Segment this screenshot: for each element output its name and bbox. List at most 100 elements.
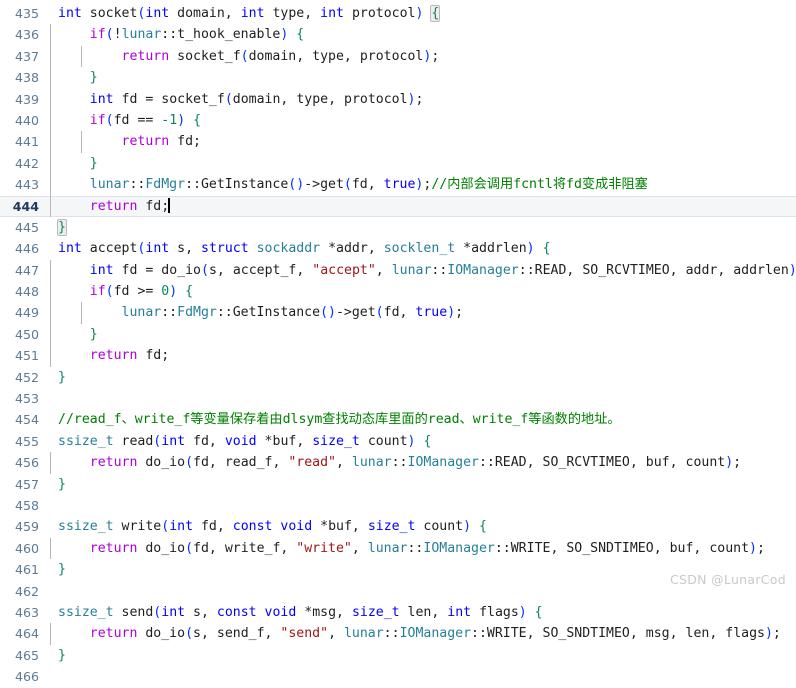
code-line[interactable]: 455 ssize_t read(int fd, void *buf, size… [0,431,796,452]
line-number: 439 [14,91,39,107]
line-content[interactable] [48,495,796,516]
indent-guide [81,302,82,324]
code-line[interactable]: 451 return fd; [0,345,796,367]
indent-guide [50,302,51,324]
line-content[interactable]: lunar::FdMgr::GetInstance()->get(fd, tru… [48,302,796,324]
indent-guide [50,109,51,132]
code-line[interactable]: 438 } [0,67,796,89]
line-content[interactable] [48,666,796,687]
code-line[interactable]: 460 return do_io(fd, write_f, "write", l… [0,537,796,560]
indent-guide [50,281,51,303]
code-line[interactable]: 454 //read_f、write_f等变量保存着由dlsym查找动态库里面的… [0,409,796,430]
line-number: 453 [14,391,39,407]
indent-guide [50,537,51,560]
line-number: 459 [14,519,39,535]
code-line[interactable]: 453 [0,388,796,409]
text-cursor [168,197,170,213]
line-content[interactable]: } [48,323,796,346]
line-content[interactable]: return do_io(s, send_f, "send", lunar::I… [48,623,796,645]
code-line[interactable]: 447 int fd = do_io(s, accept_f, "accept"… [0,259,796,282]
code-line[interactable]: 450 } [0,323,796,346]
line-number: 440 [14,112,39,128]
line-content[interactable]: } [48,367,796,388]
line-content[interactable]: int accept(int s, struct sockaddr *addr,… [48,238,796,259]
code-line[interactable]: 458 [0,495,796,516]
line-number: 436 [14,27,39,43]
line-number: 447 [14,262,39,278]
line-content[interactable]: ssize_t write(int fd, const void *buf, s… [48,516,796,537]
line-content[interactable]: return do_io(fd, write_f, "write", lunar… [48,537,796,560]
line-content[interactable] [48,388,796,409]
code-line[interactable]: 439 int fd = socket_f(domain, type, prot… [0,88,796,110]
line-content[interactable]: return fd; [48,131,796,153]
watermark: CSDN @LunarCod [669,572,786,587]
line-number: 452 [14,369,39,385]
line-content[interactable]: if(fd >= 0) { [48,281,796,303]
line-number: 456 [14,455,39,471]
code-line[interactable]: 463 ssize_t send(int s, const void *msg,… [0,602,796,623]
line-number: 458 [14,497,39,513]
line-number: 442 [14,155,39,171]
line-content[interactable]: return socket_f(domain, type, protocol); [48,45,796,68]
line-content[interactable]: if(!lunar::t_hook_enable) { [48,24,796,46]
code-line[interactable]: 459 ssize_t write(int fd, const void *bu… [0,516,796,537]
code-line[interactable]: 452 } [0,367,796,388]
line-number: 463 [14,604,39,620]
code-line[interactable]: 456 return do_io(fd, read_f, "read", lun… [0,452,796,474]
line-content[interactable]: } [48,152,796,175]
indent-guide [50,45,51,68]
line-number: 465 [14,647,39,663]
line-content[interactable]: ssize_t read(int fd, void *buf, size_t c… [48,431,796,452]
code-line[interactable]: 441 return fd; [0,131,796,153]
line-content[interactable]: } [48,217,796,238]
line-content[interactable]: ssize_t send(int s, const void *msg, siz… [48,602,796,623]
line-number: 437 [14,48,39,64]
inline-comment: //内部会调用fcntl将fd变成非阻塞 [431,177,648,193]
code-line[interactable]: 437 return socket_f(domain, type, protoc… [0,45,796,68]
line-content[interactable]: } [48,67,796,89]
code-line[interactable]: 466 [0,666,796,687]
line-number: 435 [14,6,39,21]
indent-guide [50,452,51,474]
line-content[interactable]: return fd; [48,345,796,367]
code-line[interactable]: 449 lunar::FdMgr::GetInstance()->get(fd,… [0,302,796,324]
indent-guide [50,259,51,282]
line-number: 457 [14,476,39,492]
code-line-current[interactable]: 444 return fd; [0,195,796,217]
line-number: 454 [14,412,39,428]
line-content[interactable]: } [48,645,796,666]
line-content[interactable]: if(fd == -1) { [48,109,796,132]
indent-guide [50,88,51,110]
line-content[interactable]: int fd = socket_f(domain, type, protocol… [48,88,796,110]
line-number: 462 [14,583,39,599]
code-line[interactable]: 440 if(fd == -1) { [0,109,796,132]
code-line[interactable]: 443 lunar::FdMgr::GetInstance()->get(fd,… [0,174,796,196]
line-content[interactable]: int socket(int domain, int type, int pro… [48,3,796,24]
line-number: 466 [14,669,39,685]
line-content[interactable]: return fd; [48,195,796,217]
code-line[interactable]: 448 if(fd >= 0) { [0,281,796,303]
line-content[interactable]: } [48,474,796,495]
code-line[interactable]: 436 if(!lunar::t_hook_enable) { [0,24,796,46]
indent-guide [50,174,51,196]
code-line[interactable]: 445 } [0,217,796,238]
code-line[interactable]: 435 int socket(int domain, int type, int… [0,3,796,24]
line-number: 449 [14,305,39,321]
line-content[interactable]: //read_f、write_f等变量保存着由dlsym查找动态库里面的read… [48,409,796,430]
line-number: 450 [14,326,39,342]
line-content[interactable]: int fd = do_io(s, accept_f, "accept", lu… [48,259,796,282]
line-number: 455 [14,433,39,449]
line-content[interactable]: return do_io(fd, read_f, "read", lunar::… [48,452,796,474]
code-line[interactable]: 464 return do_io(s, send_f, "send", luna… [0,623,796,645]
code-line[interactable]: 442 } [0,152,796,175]
indent-guide [50,24,51,46]
code-editor[interactable]: 435 int socket(int domain, int type, int… [0,0,796,684]
line-number: 448 [14,284,39,300]
code-line[interactable]: 446 int accept(int s, struct sockaddr *a… [0,238,796,259]
code-line[interactable]: 465 } [0,645,796,666]
code-line[interactable]: 457 } [0,474,796,495]
indent-guide [50,152,51,175]
line-number: 443 [14,177,39,193]
line-content[interactable]: lunar::FdMgr::GetInstance()->get(fd, tru… [48,174,796,196]
indent-guide [50,67,51,89]
